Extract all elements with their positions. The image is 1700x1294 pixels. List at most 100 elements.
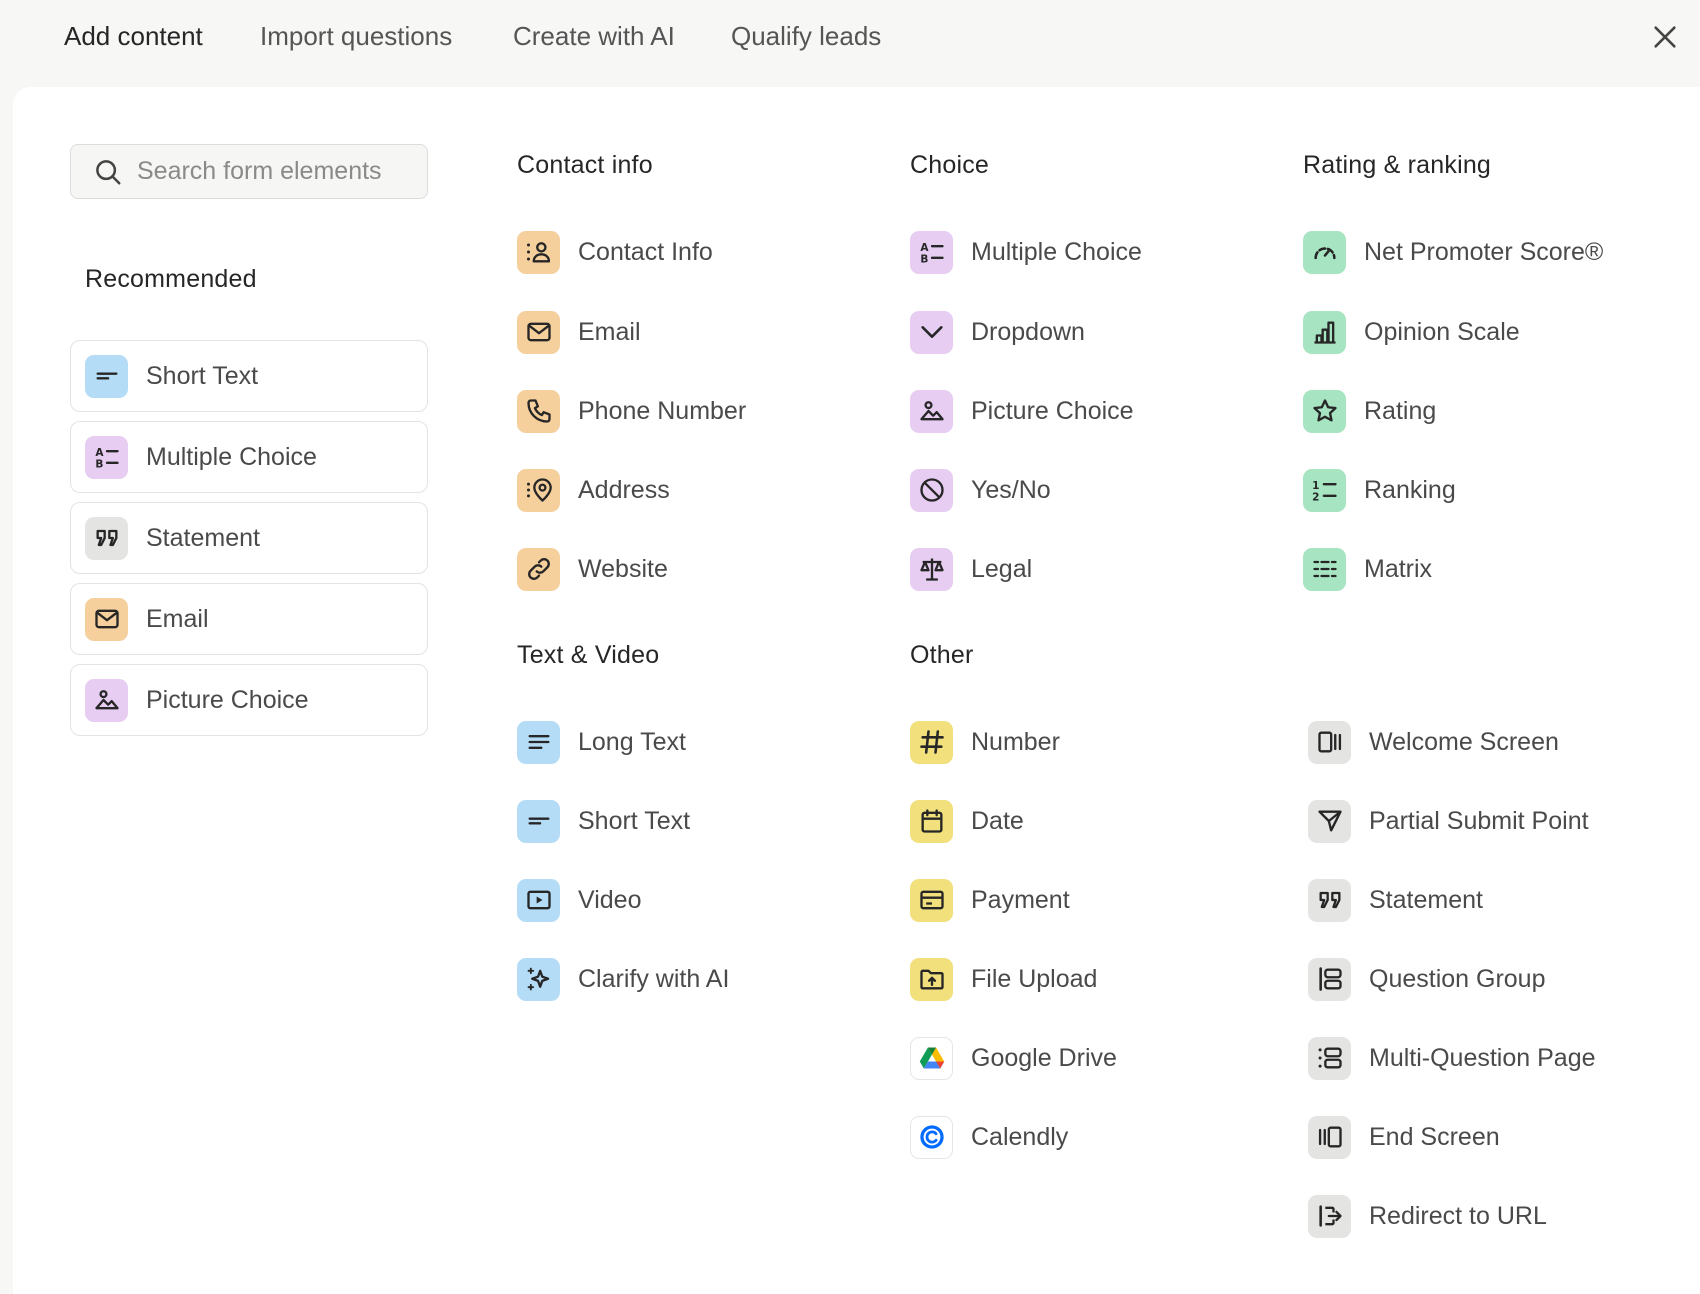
element-partial-submit-point[interactable]: Partial Submit Point — [1308, 798, 1628, 844]
section-heading-choice: Choice — [910, 151, 990, 179]
recommended-item-statement[interactable]: Statement — [70, 502, 428, 574]
recommended-item-picture-choice[interactable]: Picture Choice — [70, 664, 428, 736]
element-multiple-choice[interactable]: Multiple Choice — [910, 229, 1230, 275]
gauge-icon — [1303, 230, 1346, 274]
element-question-group[interactable]: Question Group — [1308, 956, 1628, 1002]
element-label: Phone Number — [578, 396, 747, 425]
end-screen-icon — [1308, 1115, 1351, 1159]
element-number[interactable]: Number — [910, 719, 1230, 765]
element-file-upload[interactable]: File Upload — [910, 956, 1230, 1002]
element-label: Long Text — [578, 727, 686, 756]
tab-import-questions[interactable]: Import questions — [260, 18, 452, 54]
google-drive-icon — [910, 1036, 953, 1080]
element-multi-question-page[interactable]: Multi-Question Page — [1308, 1035, 1628, 1081]
recommended-item-label: Picture Choice — [146, 685, 309, 714]
hash-icon — [910, 720, 953, 764]
element-label: Payment — [971, 885, 1070, 914]
element-end-screen[interactable]: End Screen — [1308, 1114, 1628, 1160]
element-rating[interactable]: Rating — [1303, 388, 1623, 434]
bar-chart-icon — [1303, 310, 1346, 354]
element-label: Yes/No — [971, 475, 1051, 504]
tab-add-content[interactable]: Add content — [64, 18, 203, 54]
element-label: Statement — [1369, 885, 1483, 914]
short-text-icon — [85, 354, 128, 398]
scales-icon — [910, 547, 953, 591]
element-website[interactable]: Website — [517, 546, 837, 592]
search-icon — [93, 157, 123, 187]
element-contact-info[interactable]: Contact Info — [517, 229, 837, 275]
element-redirect-to-url[interactable]: Redirect to URL — [1308, 1193, 1628, 1239]
envelope-icon — [85, 597, 128, 641]
section-heading-contact-info: Contact info — [517, 151, 653, 179]
element-net-promoter-score[interactable]: Net Promoter Score® — [1303, 229, 1623, 275]
recommended-item-email[interactable]: Email — [70, 583, 428, 655]
element-picture-choice[interactable]: Picture Choice — [910, 388, 1230, 434]
element-label: Legal — [971, 554, 1033, 583]
element-calendly[interactable]: Calendly — [910, 1114, 1230, 1160]
element-label: Welcome Screen — [1369, 727, 1559, 756]
search-input[interactable] — [135, 156, 409, 187]
multiple-choice-icon — [85, 435, 128, 479]
link-icon — [517, 547, 560, 591]
star-icon — [1303, 389, 1346, 433]
element-short-text[interactable]: Short Text — [517, 798, 837, 844]
element-google-drive[interactable]: Google Drive — [910, 1035, 1230, 1081]
element-label: File Upload — [971, 964, 1098, 993]
element-label: Multiple Choice — [971, 237, 1142, 266]
element-address[interactable]: Address — [517, 467, 837, 513]
element-label: Redirect to URL — [1369, 1201, 1547, 1230]
tab-qualify-leads[interactable]: Qualify leads — [731, 18, 881, 54]
element-label: Matrix — [1364, 554, 1433, 583]
element-label: Short Text — [578, 806, 691, 835]
folder-upload-icon — [910, 957, 953, 1001]
element-payment[interactable]: Payment — [910, 877, 1230, 923]
long-text-icon — [517, 720, 560, 764]
element-label: Calendly — [971, 1122, 1069, 1151]
element-label: Dropdown — [971, 317, 1085, 346]
element-statement[interactable]: Statement — [1308, 877, 1628, 923]
element-matrix[interactable]: Matrix — [1303, 546, 1623, 592]
element-date[interactable]: Date — [910, 798, 1230, 844]
recommended-item-label: Statement — [146, 523, 260, 552]
element-email[interactable]: Email — [517, 309, 837, 355]
yes-no-icon — [910, 468, 953, 512]
element-ranking[interactable]: Ranking — [1303, 467, 1623, 513]
recommended-heading: Recommended — [85, 265, 257, 293]
element-legal[interactable]: Legal — [910, 546, 1230, 592]
chevron-down-icon — [910, 310, 953, 354]
element-long-text[interactable]: Long Text — [517, 719, 837, 765]
search-box[interactable] — [70, 144, 428, 199]
question-group-icon — [1308, 957, 1351, 1001]
recommended-item-label: Email — [146, 604, 209, 633]
send-icon — [1308, 799, 1351, 843]
welcome-screen-icon — [1308, 720, 1351, 764]
element-yes-no[interactable]: Yes/No — [910, 467, 1230, 513]
close-icon — [1654, 26, 1676, 48]
element-dropdown[interactable]: Dropdown — [910, 309, 1230, 355]
element-label: Video — [578, 885, 642, 914]
recommended-item-label: Short Text — [146, 361, 259, 390]
element-video[interactable]: Video — [517, 877, 837, 923]
element-clarify-with-ai[interactable]: Clarify with AI — [517, 956, 837, 1002]
element-phone-number[interactable]: Phone Number — [517, 388, 837, 434]
section-heading-rating-ranking: Rating & ranking — [1303, 151, 1492, 179]
recommended-item-short-text[interactable]: Short Text — [70, 340, 428, 412]
element-label: Date — [971, 806, 1024, 835]
element-label: Contact Info — [578, 237, 713, 266]
picture-icon — [85, 678, 128, 722]
element-opinion-scale[interactable]: Opinion Scale — [1303, 309, 1623, 355]
section-heading-text-video: Text & Video — [517, 641, 660, 669]
element-label: Partial Submit Point — [1369, 806, 1589, 835]
close-button[interactable] — [1648, 20, 1682, 54]
matrix-grid-icon — [1303, 547, 1346, 591]
envelope-icon — [517, 310, 560, 354]
element-label: Address — [578, 475, 670, 504]
element-welcome-screen[interactable]: Welcome Screen — [1308, 719, 1628, 765]
quote-icon — [1308, 878, 1351, 922]
calendly-icon — [910, 1115, 953, 1159]
recommended-item-multiple-choice[interactable]: Multiple Choice — [70, 421, 428, 493]
element-label: Opinion Scale — [1364, 317, 1520, 346]
video-play-icon — [517, 878, 560, 922]
tab-create-with-ai[interactable]: Create with AI — [513, 18, 675, 54]
quote-icon — [85, 516, 128, 560]
